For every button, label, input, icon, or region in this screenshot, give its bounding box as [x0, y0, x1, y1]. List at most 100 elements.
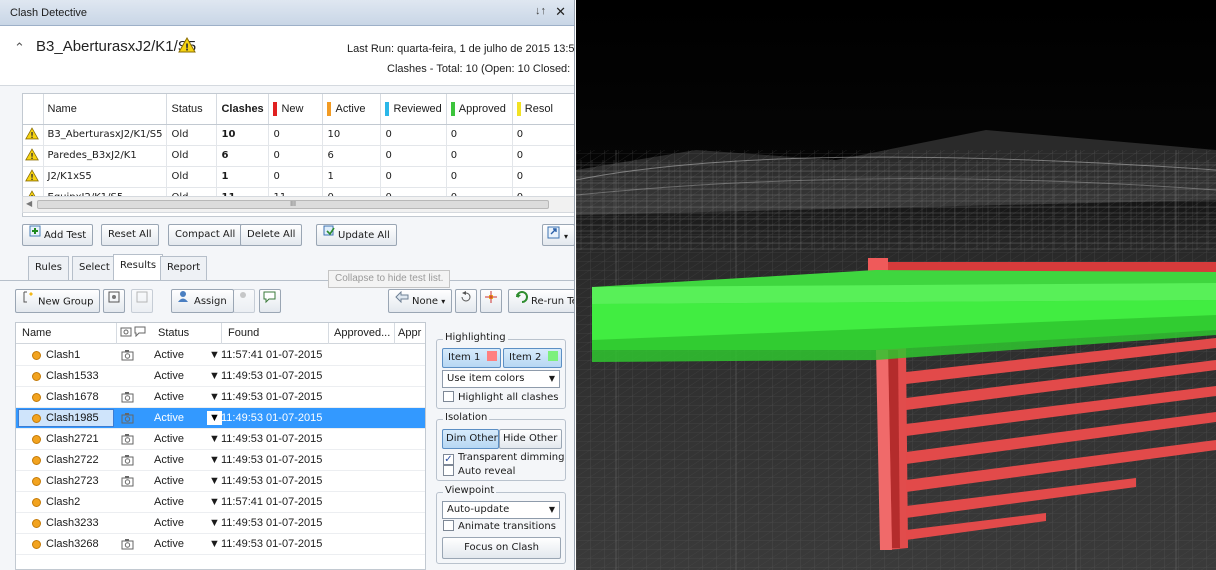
col-approved-by[interactable]: Approved...: [334, 327, 390, 339]
col-name[interactable]: Name: [43, 94, 168, 125]
clash-name: Clash2723: [46, 475, 99, 487]
reset-icon[interactable]: [455, 289, 477, 313]
assign-button[interactable]: Assign: [171, 289, 234, 313]
col-clash-name[interactable]: Name: [22, 327, 51, 339]
scroll-left-icon[interactable]: ◀: [26, 199, 32, 208]
col-clashes[interactable]: Clashes: [216, 94, 270, 125]
update-all-button[interactable]: Update All: [316, 224, 397, 246]
col-approved[interactable]: Approved: [446, 94, 513, 125]
unassign-icon[interactable]: [233, 289, 255, 313]
tooltip: Collapse to hide test list.: [328, 270, 451, 288]
test-cell-reviewed: 0: [380, 124, 447, 146]
new-group-button[interactable]: New Group: [15, 289, 101, 313]
export-icon: [547, 225, 561, 247]
col-approved-date[interactable]: Appr: [398, 327, 421, 339]
clash-row[interactable]: Clash2723 Active ▼ 11:49:53 01-07-2015: [16, 471, 425, 492]
clash-status: Active: [154, 496, 184, 508]
delete-all-button[interactable]: Delete All: [240, 224, 303, 246]
clash-row[interactable]: Clash2722 Active ▼ 11:49:53 01-07-2015: [16, 450, 425, 471]
test-row[interactable]: ! B3_AberturasxJ2/K1/S5 Old 10 0 10 0 0 0: [23, 124, 574, 146]
status-dot-icon: [32, 372, 41, 381]
scene-render: [576, 0, 1216, 570]
clash-row[interactable]: Clash3233 Active ▼ 11:49:53 01-07-2015: [16, 513, 425, 534]
auto-reveal-checkbox[interactable]: Auto reveal: [443, 465, 515, 477]
test-cell-status: Old: [166, 124, 218, 146]
test-cell-reviewed: 0: [380, 166, 447, 188]
col-found[interactable]: Found: [228, 327, 259, 339]
horizontal-scrollbar[interactable]: ◀ III: [22, 196, 574, 213]
clash-row[interactable]: Clash1533 Active ▼ 11:49:53 01-07-2015: [16, 366, 425, 387]
col-active[interactable]: Active: [322, 94, 382, 125]
highlight-mode-select[interactable]: Use item colors ▼: [442, 370, 560, 388]
test-cell-status: Old: [166, 145, 218, 167]
none-dropdown-button[interactable]: None ▾: [388, 289, 453, 313]
close-icon[interactable]: ✕: [555, 4, 566, 20]
viewpoint-mode-select[interactable]: Auto-update ▼: [442, 501, 560, 519]
test-cell-active: 10: [322, 124, 382, 146]
clash-detective-panel: Clash Detective ↓↑ ✕ ⌃ B3_AberturasxJ2/K…: [0, 0, 575, 570]
status-dropdown-icon[interactable]: ▼: [209, 454, 220, 466]
highlighting-title: Highlighting: [443, 332, 508, 343]
clash-summary-text: Clashes - Total: 10 (Open: 10 Closed:: [387, 63, 571, 75]
clash-row[interactable]: Clash3268 Active ▼ 11:49:53 01-07-2015: [16, 534, 425, 555]
tab-rules[interactable]: Rules: [28, 256, 69, 280]
status-dropdown-icon[interactable]: ▼: [209, 433, 220, 445]
dim-other-button[interactable]: Dim Other: [442, 429, 499, 449]
scroll-thumb[interactable]: III: [37, 200, 549, 209]
results-table-header: Name Status Found Approved... Appr: [16, 323, 425, 344]
status-dropdown-icon[interactable]: ▼: [209, 370, 220, 382]
svg-text:!: !: [185, 43, 190, 54]
compact-icon[interactable]: [480, 289, 502, 313]
status-dropdown-icon[interactable]: ▼: [209, 517, 220, 529]
status-dropdown-icon[interactable]: ▼: [207, 411, 222, 425]
group-clashes-icon[interactable]: [103, 289, 125, 313]
animate-transitions-checkbox[interactable]: Animate transitions: [443, 520, 556, 532]
status-dot-icon: [32, 498, 41, 507]
status-dropdown-icon[interactable]: ▼: [209, 538, 220, 550]
ungroup-icon[interactable]: [131, 289, 153, 313]
hide-other-button[interactable]: Hide Other: [499, 429, 562, 449]
status-dropdown-icon[interactable]: ▼: [209, 496, 220, 508]
clash-row[interactable]: Clash1678 Active ▼ 11:49:53 01-07-2015: [16, 387, 425, 408]
clash-row[interactable]: Clash2721 Active ▼ 11:49:53 01-07-2015: [16, 429, 425, 450]
col-status[interactable]: Status: [166, 94, 218, 125]
col-resolved[interactable]: Resol: [512, 94, 574, 125]
tab-results[interactable]: Results: [113, 254, 164, 281]
col-new[interactable]: New: [268, 94, 324, 125]
new-group-icon: [22, 290, 35, 313]
clash-name: Clash2722: [46, 454, 99, 466]
compact-all-button[interactable]: Compact All: [168, 224, 243, 246]
tab-report[interactable]: Report: [160, 256, 208, 280]
clash-row[interactable]: Clash1 Active ▼ 11:57:41 01-07-2015: [16, 345, 425, 366]
clash-name: Clash1985: [46, 412, 99, 424]
status-dropdown-icon[interactable]: ▼: [209, 391, 220, 403]
pin-icon[interactable]: ↓↑: [535, 5, 546, 17]
comment-icon[interactable]: [259, 289, 281, 313]
item1-toggle[interactable]: Item 1: [442, 348, 501, 368]
transparent-dimming-checkbox[interactable]: ✓ Transparent dimming: [443, 452, 564, 465]
status-dropdown-icon[interactable]: ▼: [209, 349, 220, 361]
export-menu-button[interactable]: ▾: [542, 224, 574, 247]
collapse-chevron-icon[interactable]: ⌃: [14, 40, 25, 56]
test-cell-clashes: 10: [216, 124, 270, 146]
status-dropdown-icon[interactable]: ▼: [209, 475, 220, 487]
clash-row[interactable]: Clash1985 Active ▼ 11:49:53 01-07-2015: [16, 408, 425, 429]
focus-on-clash-button[interactable]: Focus on Clash: [442, 537, 561, 559]
col-clash-status[interactable]: Status: [158, 327, 189, 339]
item2-toggle[interactable]: Item 2: [503, 348, 562, 368]
test-row[interactable]: ! J2/K1xS5 Old 1 0 1 0 0 0: [23, 166, 574, 188]
camera-icon: [121, 349, 134, 364]
test-row[interactable]: ! Paredes_B3xJ2/K1 Old 6 0 6 0 0 0: [23, 145, 574, 167]
clash-status: Active: [154, 412, 184, 424]
col-reviewed[interactable]: Reviewed: [380, 94, 447, 125]
3d-viewport[interactable]: [576, 0, 1216, 570]
camera-icon: [121, 454, 134, 469]
highlight-all-checkbox[interactable]: Highlight all clashes: [443, 391, 559, 403]
rerun-test-button[interactable]: Re-run Te: [508, 289, 574, 313]
clash-row[interactable]: Clash2 Active ▼ 11:57:41 01-07-2015: [16, 492, 425, 513]
clash-found: 11:49:53 01-07-2015: [221, 538, 323, 550]
tab-select[interactable]: Select: [72, 256, 117, 280]
reset-all-button[interactable]: Reset All: [101, 224, 159, 246]
add-test-button[interactable]: Add Test: [22, 224, 94, 246]
results-table: Name Status Found Approved... Appr Clash…: [15, 322, 426, 570]
